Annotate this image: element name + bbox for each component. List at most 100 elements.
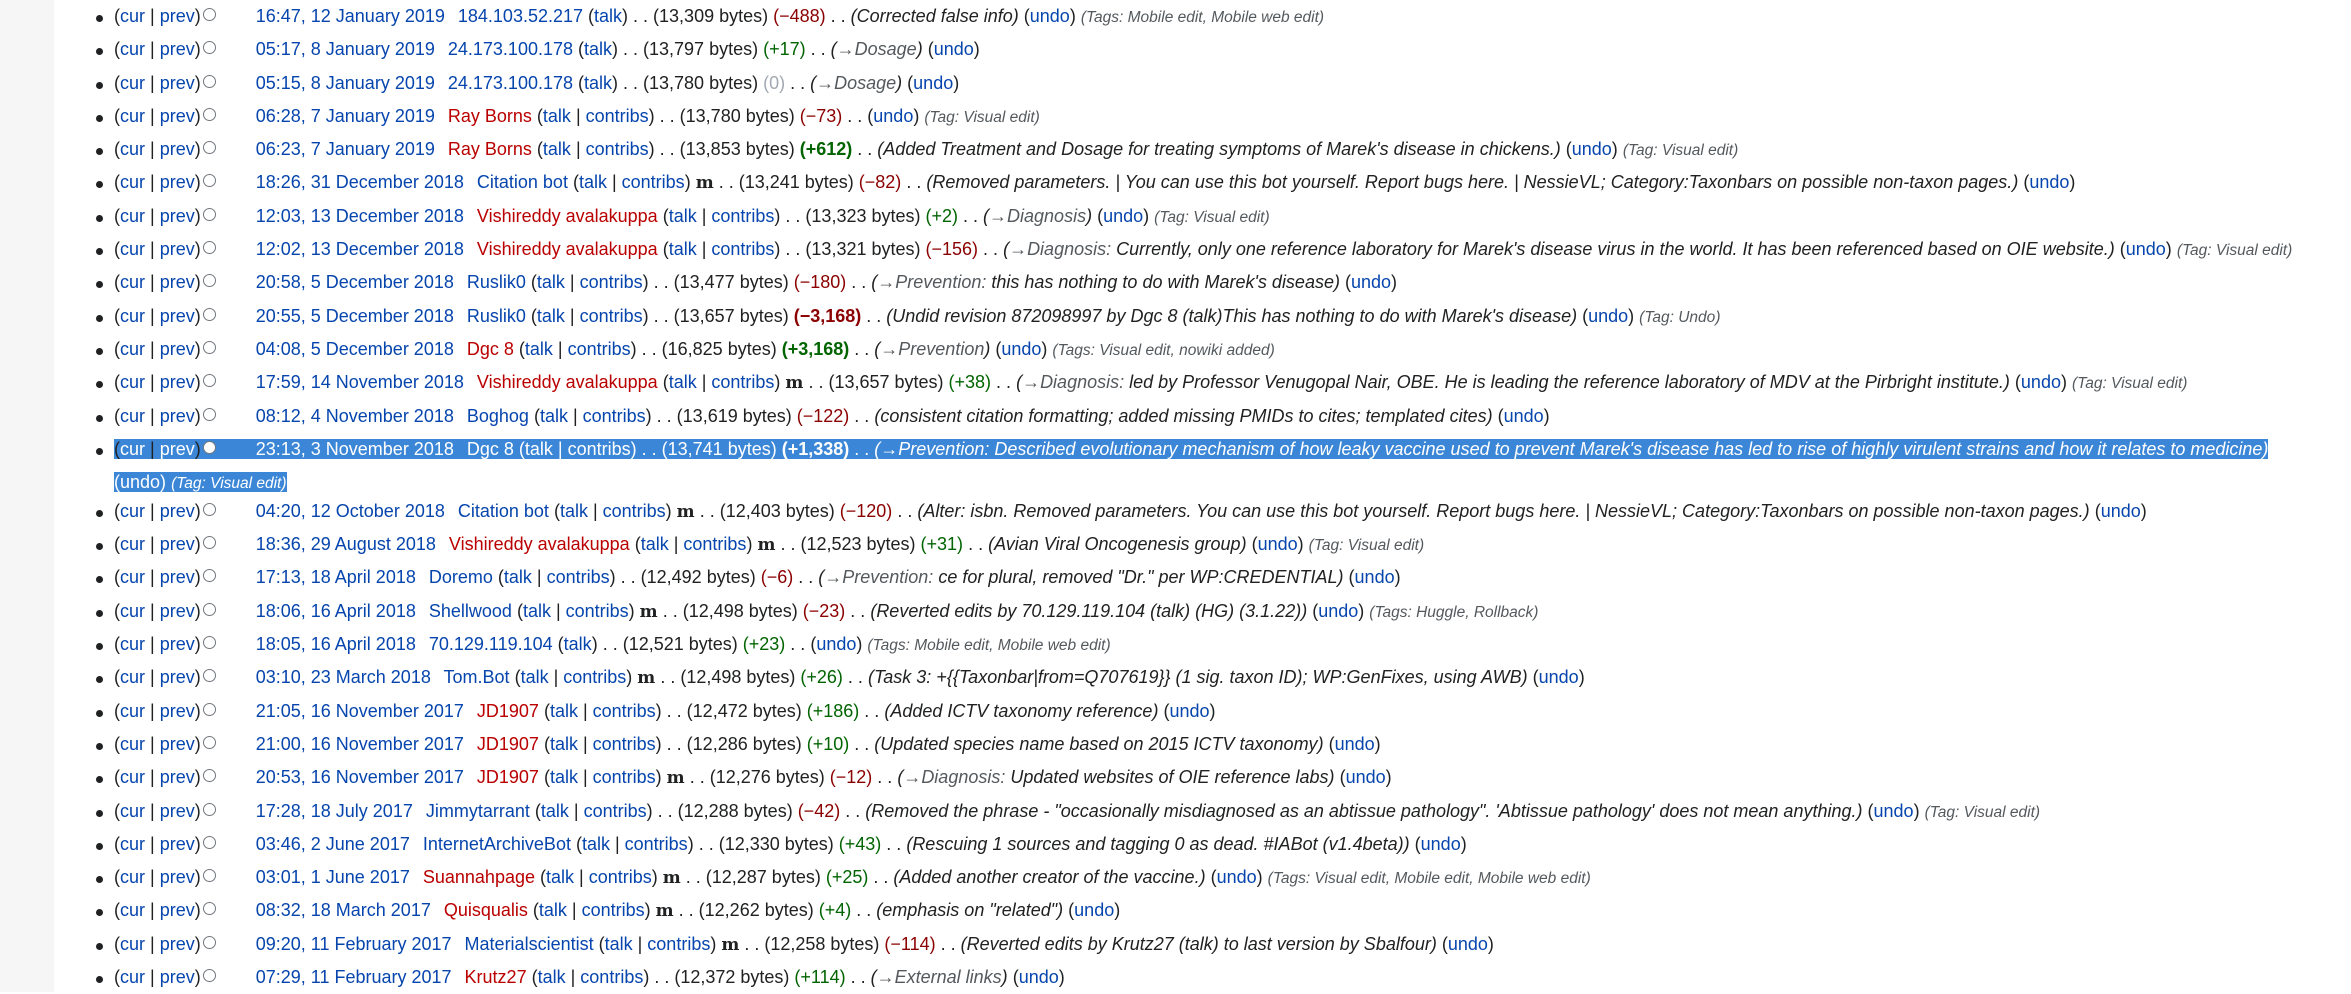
user-contribs-link[interactable]: contribs — [584, 801, 647, 821]
user-talk-link[interactable]: talk — [537, 272, 565, 292]
undo-link[interactable]: undo — [873, 106, 913, 126]
user-talk-link[interactable]: talk — [537, 306, 565, 326]
undo-link[interactable]: undo — [1258, 534, 1298, 554]
cur-link[interactable]: cur — [120, 372, 145, 392]
prev-link[interactable]: prev — [160, 734, 195, 754]
user-contribs-link[interactable]: contribs — [647, 934, 710, 954]
prev-link[interactable]: prev — [160, 834, 195, 854]
user-contribs-link[interactable]: contribs — [583, 406, 646, 426]
revision-date-link[interactable]: 03:46, 2 June 2017 — [256, 834, 410, 854]
cur-link[interactable]: cur — [120, 106, 145, 126]
undo-link[interactable]: undo — [2101, 501, 2141, 521]
prev-link[interactable]: prev — [160, 339, 195, 359]
revision-date-link[interactable]: 05:15, 8 January 2019 — [256, 73, 435, 93]
user-contribs-link[interactable]: contribs — [580, 306, 643, 326]
user-link[interactable]: Citation bot — [477, 172, 568, 192]
undo-link[interactable]: undo — [1355, 567, 1395, 587]
revision-date-link[interactable]: 12:02, 13 December 2018 — [256, 239, 464, 259]
user-talk-link[interactable]: talk — [538, 967, 566, 987]
user-link[interactable]: 24.173.100.178 — [448, 39, 573, 59]
user-talk-link[interactable]: talk — [543, 139, 571, 159]
user-talk-link[interactable]: talk — [584, 73, 612, 93]
user-link[interactable]: Doremo — [429, 567, 493, 587]
prev-link[interactable]: prev — [160, 501, 195, 521]
cur-link[interactable]: cur — [120, 834, 145, 854]
undo-link[interactable]: undo — [1351, 272, 1391, 292]
cur-link[interactable]: cur — [120, 139, 145, 159]
undo-link[interactable]: undo — [2021, 372, 2061, 392]
revision-date-link[interactable]: 20:55, 5 December 2018 — [256, 306, 454, 326]
user-link[interactable]: Dgc 8 — [467, 439, 514, 459]
user-talk-link[interactable]: talk — [550, 734, 578, 754]
undo-link[interactable]: undo — [913, 73, 953, 93]
revision-date-link[interactable]: 18:05, 16 April 2018 — [256, 634, 416, 654]
prev-link[interactable]: prev — [160, 272, 195, 292]
user-talk-link[interactable]: talk — [525, 439, 553, 459]
user-talk-link[interactable]: talk — [641, 534, 669, 554]
cur-link[interactable]: cur — [120, 534, 145, 554]
user-contribs-link[interactable]: contribs — [568, 339, 631, 359]
prev-link[interactable]: prev — [160, 239, 195, 259]
prev-link[interactable]: prev — [160, 73, 195, 93]
revision-date-link[interactable]: 20:58, 5 December 2018 — [256, 272, 454, 292]
compare-radio[interactable] — [202, 869, 216, 883]
compare-radio[interactable] — [202, 669, 216, 683]
prev-link[interactable]: prev — [160, 967, 195, 987]
cur-link[interactable]: cur — [120, 967, 145, 987]
undo-link[interactable]: undo — [1335, 734, 1375, 754]
compare-radio[interactable] — [202, 141, 216, 155]
user-contribs-link[interactable]: contribs — [580, 272, 643, 292]
compare-radio[interactable] — [202, 636, 216, 650]
undo-link[interactable]: undo — [1448, 934, 1488, 954]
cur-link[interactable]: cur — [120, 306, 145, 326]
compare-radio[interactable] — [202, 440, 216, 454]
user-talk-link[interactable]: talk — [582, 834, 610, 854]
user-talk-link[interactable]: talk — [521, 667, 549, 687]
cur-link[interactable]: cur — [120, 172, 145, 192]
compare-radio[interactable] — [202, 41, 216, 55]
undo-link[interactable]: undo — [2029, 172, 2069, 192]
compare-radio[interactable] — [202, 502, 216, 516]
compare-radio[interactable] — [202, 735, 216, 749]
user-link[interactable]: 24.173.100.178 — [448, 73, 573, 93]
revision-date-link[interactable]: 08:12, 4 November 2018 — [256, 406, 454, 426]
user-talk-link[interactable]: talk — [605, 934, 633, 954]
compare-radio[interactable] — [202, 340, 216, 354]
cur-link[interactable]: cur — [120, 406, 145, 426]
revision-date-link[interactable]: 03:01, 1 June 2017 — [256, 867, 410, 887]
revision-date-link[interactable]: 16:47, 12 January 2019 — [256, 6, 445, 26]
user-contribs-link[interactable]: contribs — [563, 667, 626, 687]
user-contribs-link[interactable]: contribs — [711, 372, 774, 392]
section-link[interactable]: →Prevention: — [824, 567, 933, 587]
revision-date-link[interactable]: 23:13, 3 November 2018 — [256, 439, 454, 459]
revision-date-link[interactable]: 18:06, 16 April 2018 — [256, 601, 416, 621]
compare-radio[interactable] — [202, 769, 216, 783]
compare-radio[interactable] — [202, 536, 216, 550]
cur-link[interactable]: cur — [120, 667, 145, 687]
prev-link[interactable]: prev — [160, 306, 195, 326]
user-link[interactable]: Ray Borns — [448, 106, 532, 126]
user-link[interactable]: 184.103.52.217 — [458, 6, 583, 26]
user-contribs-link[interactable]: contribs — [547, 567, 610, 587]
undo-link[interactable]: undo — [1874, 801, 1914, 821]
cur-link[interactable]: cur — [120, 867, 145, 887]
user-contribs-link[interactable]: contribs — [593, 767, 656, 787]
cur-link[interactable]: cur — [120, 239, 145, 259]
user-talk-link[interactable]: talk — [523, 601, 551, 621]
undo-link[interactable]: undo — [1019, 967, 1059, 987]
user-link[interactable]: Ray Borns — [448, 139, 532, 159]
cur-link[interactable]: cur — [120, 339, 145, 359]
user-talk-link[interactable]: talk — [550, 767, 578, 787]
cur-link[interactable]: cur — [120, 567, 145, 587]
cur-link[interactable]: cur — [120, 801, 145, 821]
user-contribs-link[interactable]: contribs — [622, 172, 685, 192]
compare-radio[interactable] — [202, 241, 216, 255]
user-talk-link[interactable]: talk — [669, 239, 697, 259]
undo-link[interactable]: undo — [1588, 306, 1628, 326]
revision-date-link[interactable]: 12:03, 13 December 2018 — [256, 206, 464, 226]
prev-link[interactable]: prev — [160, 601, 195, 621]
user-contribs-link[interactable]: contribs — [568, 439, 631, 459]
user-link[interactable]: Suannahpage — [423, 867, 535, 887]
prev-link[interactable]: prev — [160, 172, 195, 192]
section-link[interactable]: →Prevention — [880, 339, 984, 359]
